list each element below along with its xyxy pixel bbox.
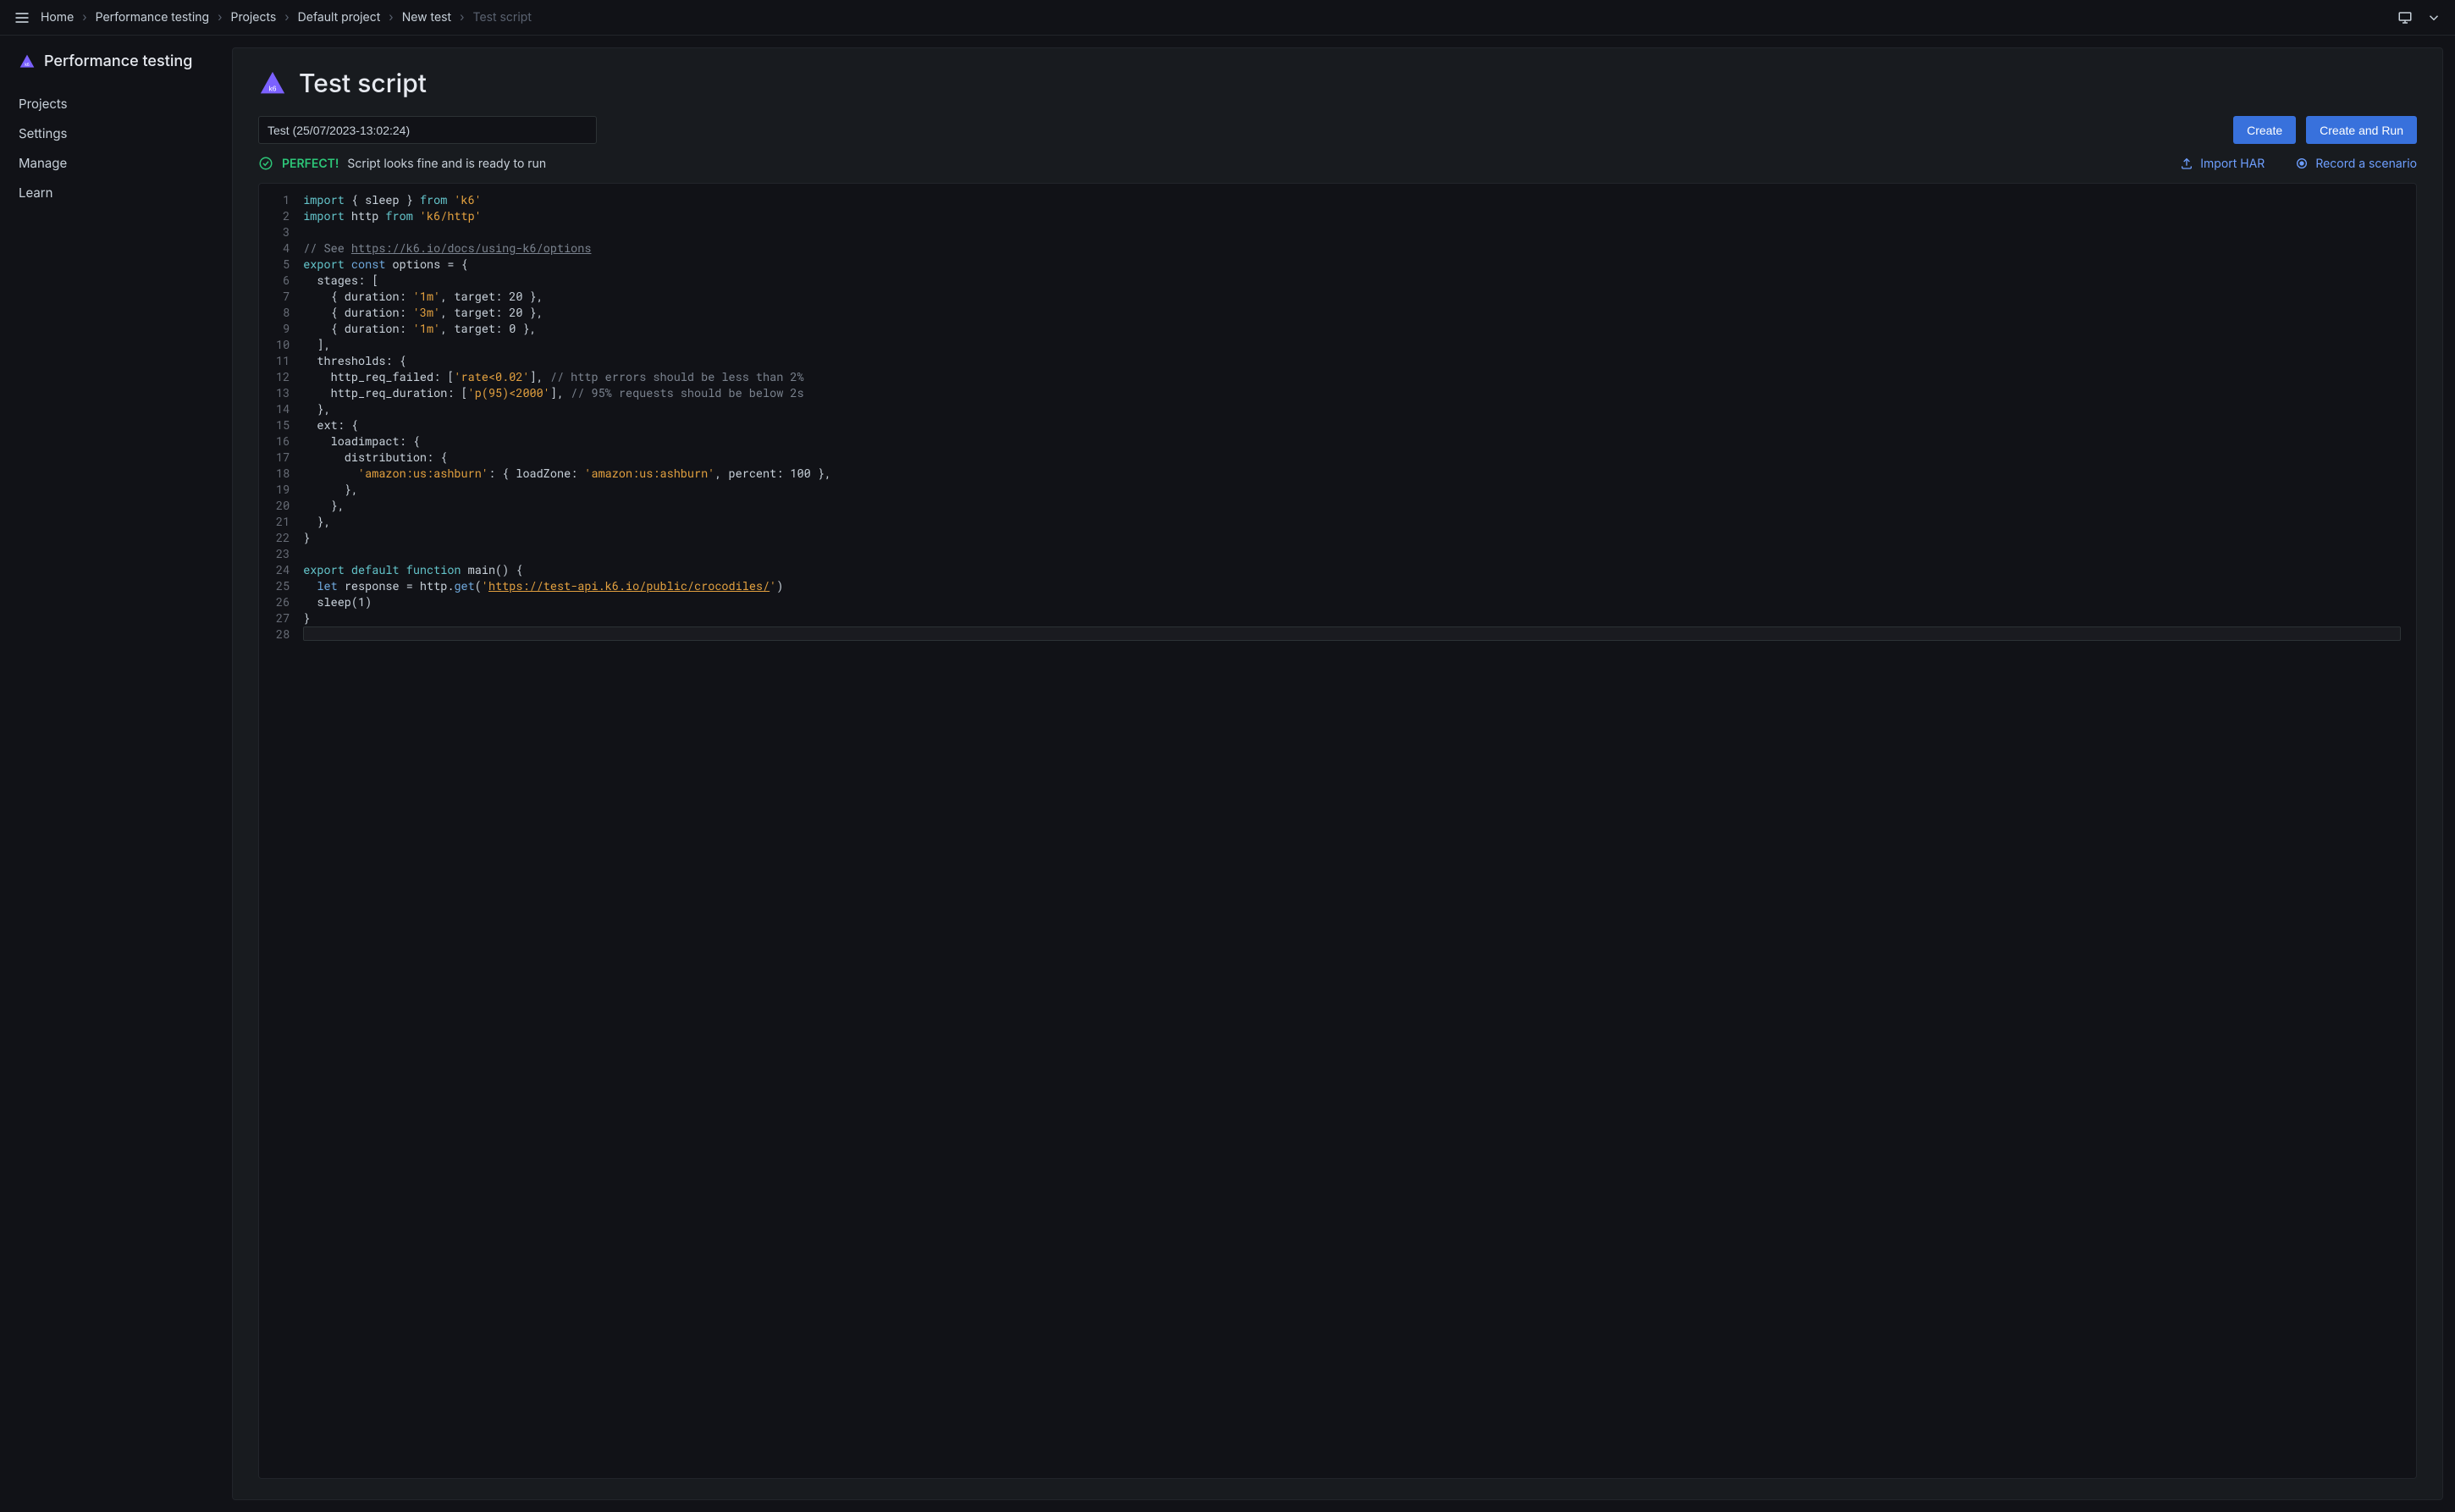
chevron-right-icon: ›	[284, 10, 289, 25]
breadcrumb-item-projects[interactable]: Projects	[231, 10, 277, 25]
sidebar-item-projects[interactable]: Projects	[19, 89, 201, 119]
chevron-down-icon	[2426, 10, 2441, 25]
hamburger-icon	[14, 9, 30, 26]
breadcrumb-item-new-test[interactable]: New test	[402, 10, 451, 25]
sidebar-title-label: Performance testing	[44, 52, 192, 70]
record-scenario-label: Record a scenario	[2315, 157, 2417, 171]
sidebar-title[interactable]: k6 Performance testing	[19, 52, 201, 70]
code-editor[interactable]: 1234567891011121314151617181920212223242…	[258, 183, 2417, 1479]
top-bar: Home › Performance testing › Projects › Def…	[0, 0, 2455, 36]
menu-toggle-button[interactable]	[10, 6, 34, 30]
import-har-button[interactable]: Import HAR	[2180, 157, 2265, 171]
more-dropdown-button[interactable]	[2423, 7, 2445, 29]
sidebar-item-manage[interactable]: Manage	[19, 148, 201, 178]
record-scenario-button[interactable]: Record a scenario	[2295, 157, 2417, 171]
main-panel: k6 Test script Create Create and Run PER…	[232, 47, 2443, 1500]
import-har-label: Import HAR	[2200, 157, 2265, 171]
breadcrumb-item-default-project[interactable]: Default project	[298, 10, 381, 25]
k6-logo-icon: k6	[258, 69, 287, 98]
sidebar-item-settings[interactable]: Settings	[19, 119, 201, 148]
breadcrumb-current: Test script	[473, 10, 532, 25]
svg-text:k6: k6	[25, 63, 30, 68]
record-icon	[2295, 157, 2309, 170]
check-circle-icon	[258, 156, 273, 171]
chevron-right-icon: ›	[82, 10, 86, 25]
chevron-right-icon: ›	[389, 10, 393, 25]
line-number-gutter: 1234567891011121314151617181920212223242…	[259, 184, 300, 1478]
sidebar-item-learn[interactable]: Learn	[19, 178, 201, 207]
create-button[interactable]: Create	[2233, 116, 2296, 144]
status-message: Script looks fine and is ready to run	[347, 157, 546, 171]
upload-icon	[2180, 157, 2193, 170]
chevron-right-icon: ›	[218, 10, 222, 25]
create-and-run-button[interactable]: Create and Run	[2306, 116, 2417, 144]
breadcrumb: Home › Performance testing › Projects › Def…	[41, 10, 532, 25]
chevron-right-icon: ›	[460, 10, 464, 25]
monitor-icon	[2397, 10, 2413, 25]
svg-text:k6: k6	[269, 85, 277, 93]
breadcrumb-item-performance-testing[interactable]: Performance testing	[96, 10, 210, 25]
sidebar: k6 Performance testing Projects Settings…	[0, 36, 220, 1512]
kiosk-mode-button[interactable]	[2394, 7, 2416, 29]
page-title: Test script	[299, 69, 427, 99]
status-perfect-label: PERFECT!	[282, 157, 339, 171]
k6-logo-icon: k6	[19, 53, 36, 70]
cursor-line[interactable]	[303, 626, 2401, 641]
breadcrumb-item-home[interactable]: Home	[41, 10, 74, 25]
test-name-input[interactable]	[258, 116, 597, 144]
code-content[interactable]: import { sleep } from 'k6' import http f…	[300, 184, 2416, 1478]
